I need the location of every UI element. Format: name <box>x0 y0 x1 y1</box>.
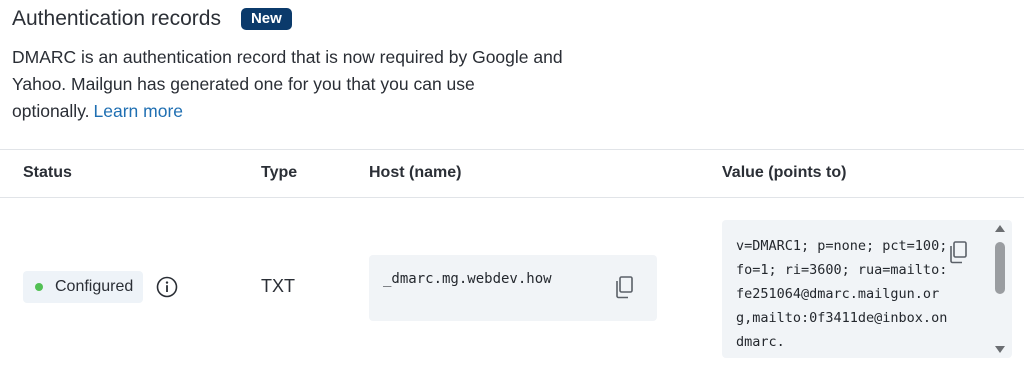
title-row: Authentication records New <box>12 4 292 34</box>
new-badge: New <box>240 8 292 30</box>
page-title: Authentication records <box>12 7 221 30</box>
host-value: _dmarc.mg.webdev.how <box>383 271 552 287</box>
scroll-thumb[interactable] <box>995 242 1005 294</box>
column-header-value: Value (points to) <box>722 164 847 181</box>
value-field: v=DMARC1; p=none; pct=100; fo=1; ri=3600… <box>722 220 1012 358</box>
column-header-host: Host (name) <box>369 164 462 181</box>
value-text: v=DMARC1; p=none; pct=100; fo=1; ri=3600… <box>736 238 948 350</box>
status-badge: Configured <box>23 271 143 303</box>
table-top-divider <box>0 149 1024 150</box>
column-header-status: Status <box>23 164 72 181</box>
host-field: _dmarc.mg.webdev.how <box>369 255 657 321</box>
value-scrollbar[interactable] <box>993 224 1007 354</box>
section-header: Authentication records New <box>12 4 292 34</box>
learn-more-link[interactable]: Learn more <box>94 101 184 121</box>
table-header-divider <box>0 197 1024 198</box>
record-type: TXT <box>261 276 295 296</box>
scroll-up-arrow-icon[interactable] <box>994 224 1006 234</box>
column-header-type: Type <box>261 164 298 181</box>
info-icon[interactable] <box>156 276 178 298</box>
description: DMARC is an authentication record that i… <box>12 44 592 125</box>
scroll-down-arrow-icon[interactable] <box>994 344 1006 354</box>
status-dot-icon <box>35 283 43 291</box>
copy-value-icon[interactable] <box>948 240 968 264</box>
copy-host-icon[interactable] <box>614 275 634 299</box>
status-label: Configured <box>55 278 134 295</box>
